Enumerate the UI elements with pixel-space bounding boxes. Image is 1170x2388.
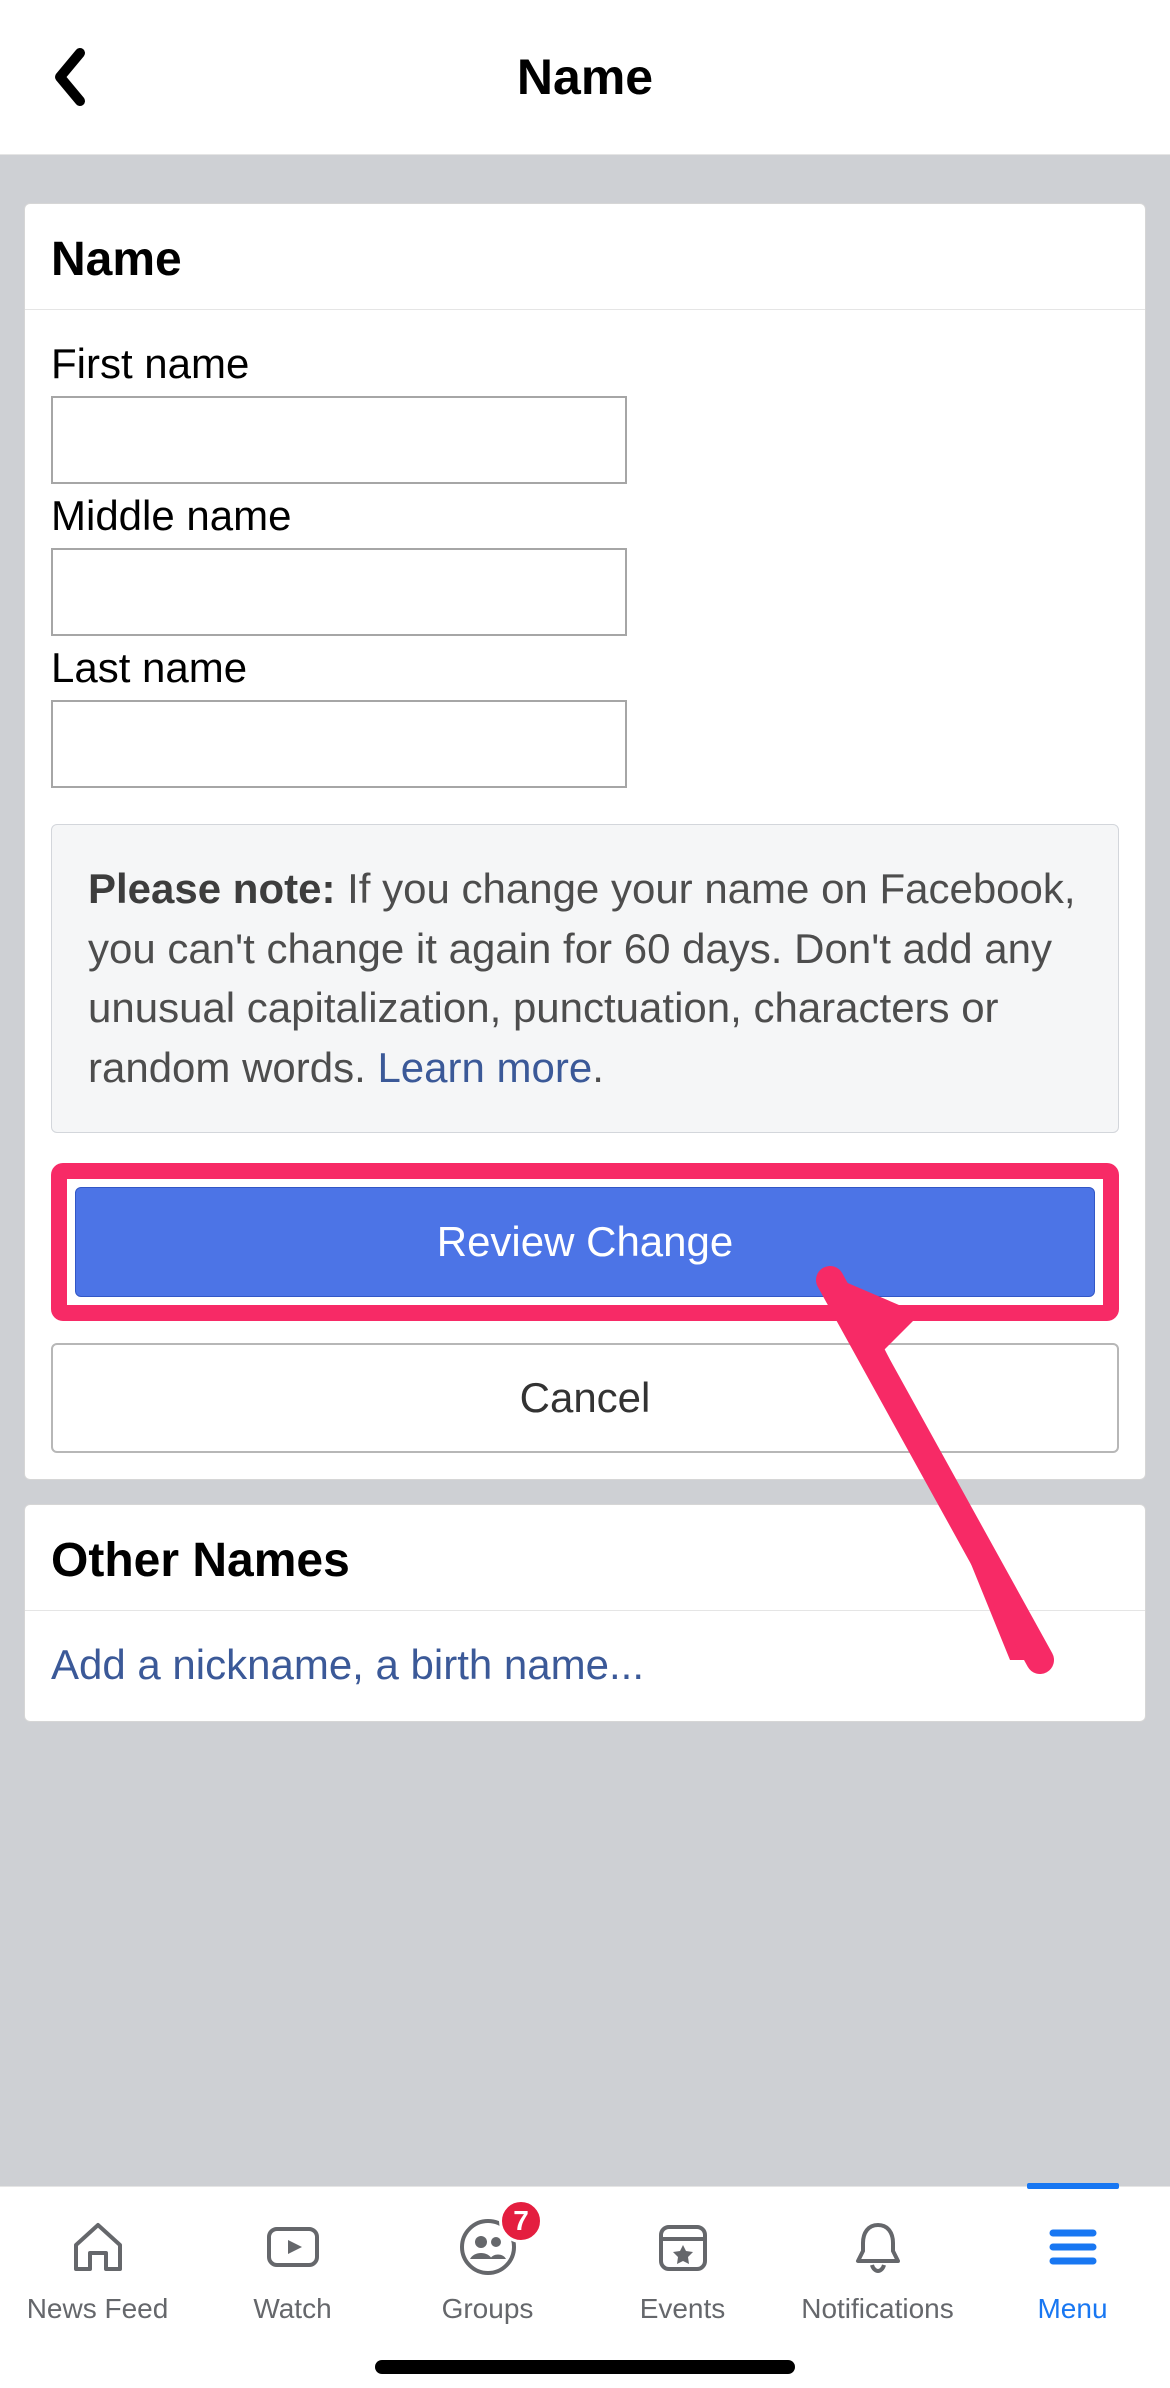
tab-groups-label: Groups — [442, 2293, 534, 2325]
bell-icon — [846, 2215, 910, 2279]
add-nickname-link[interactable]: Add a nickname, a birth name... — [25, 1611, 1145, 1721]
tab-events[interactable]: Events — [585, 2187, 780, 2388]
last-name-input[interactable] — [51, 700, 627, 788]
cancel-button[interactable]: Cancel — [51, 1343, 1119, 1453]
learn-more-link[interactable]: Learn more — [377, 1044, 592, 1091]
tab-notifications[interactable]: Notifications — [780, 2187, 975, 2388]
home-indicator[interactable] — [375, 2360, 795, 2374]
other-names-card: Other Names Add a nickname, a birth name… — [24, 1504, 1146, 1722]
tab-notifications-label: Notifications — [801, 2293, 954, 2325]
first-name-input[interactable] — [51, 396, 627, 484]
tab-news-feed[interactable]: News Feed — [0, 2187, 195, 2388]
groups-badge: 7 — [499, 2199, 543, 2243]
chevron-left-icon — [50, 47, 90, 107]
calendar-icon — [651, 2215, 715, 2279]
notice-prefix: Please note: — [88, 865, 335, 912]
hamburger-icon — [1041, 2215, 1105, 2279]
name-card-title: Name — [51, 232, 1119, 287]
tab-watch[interactable]: Watch — [195, 2187, 390, 2388]
page-title: Name — [0, 48, 1170, 106]
name-card-header: Name — [25, 204, 1145, 310]
home-icon — [66, 2215, 130, 2279]
annotation-highlight: Review Change — [51, 1163, 1119, 1321]
notice-box: Please note: If you change your name on … — [51, 824, 1119, 1133]
tab-news-feed-label: News Feed — [27, 2293, 169, 2325]
first-name-label: First name — [51, 340, 1119, 388]
tv-icon — [261, 2215, 325, 2279]
middle-name-label: Middle name — [51, 492, 1119, 540]
back-button[interactable] — [40, 47, 100, 107]
tab-bar: News Feed Watch 7 Groups — [0, 2186, 1170, 2388]
page-header: Name — [0, 0, 1170, 155]
tab-events-label: Events — [640, 2293, 726, 2325]
tab-groups[interactable]: 7 Groups — [390, 2187, 585, 2388]
active-tab-indicator — [1027, 2183, 1119, 2189]
last-name-label: Last name — [51, 644, 1119, 692]
notice-suffix: . — [592, 1044, 604, 1091]
tab-watch-label: Watch — [253, 2293, 331, 2325]
middle-name-input[interactable] — [51, 548, 627, 636]
tab-menu[interactable]: Menu — [975, 2187, 1170, 2388]
tab-menu-label: Menu — [1037, 2293, 1107, 2325]
other-names-header: Other Names — [25, 1505, 1145, 1611]
name-card: Name First name Middle name Last name Pl… — [24, 203, 1146, 1480]
review-change-button[interactable]: Review Change — [75, 1187, 1095, 1297]
other-names-title: Other Names — [51, 1533, 1119, 1588]
